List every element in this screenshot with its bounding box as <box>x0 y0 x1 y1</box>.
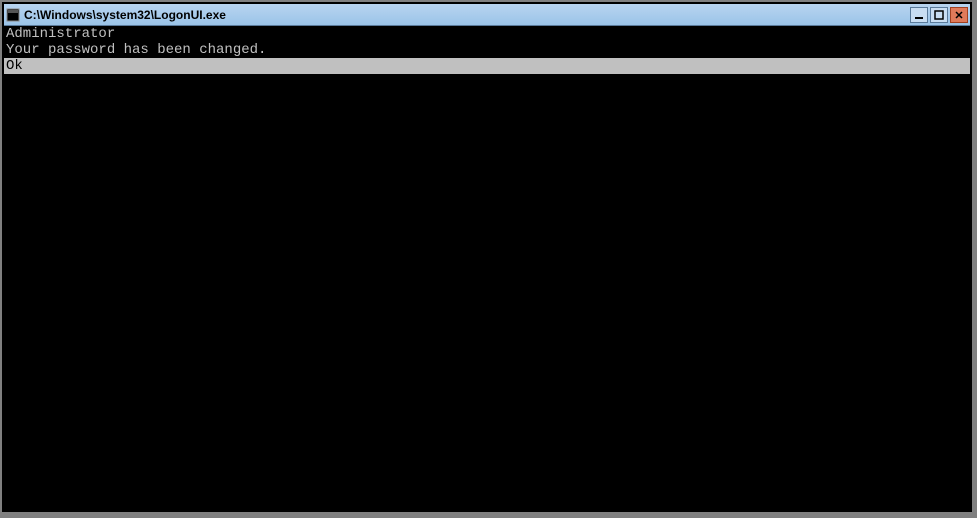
console-window: C:\Windows\system32\LogonUI.exe Administ… <box>2 2 972 512</box>
console-line: Your password has been changed. <box>4 42 970 58</box>
console-line: Administrator <box>4 26 970 42</box>
minimize-button[interactable] <box>910 7 928 23</box>
titlebar[interactable]: C:\Windows\system32\LogonUI.exe <box>4 4 970 26</box>
close-button[interactable] <box>950 7 968 23</box>
console-line-selected[interactable]: Ok <box>4 58 970 74</box>
app-icon <box>6 8 20 22</box>
window-controls <box>910 7 968 23</box>
maximize-button[interactable] <box>930 7 948 23</box>
console-area[interactable]: AdministratorYour password has been chan… <box>4 26 970 510</box>
window-title: C:\Windows\system32\LogonUI.exe <box>24 8 910 22</box>
